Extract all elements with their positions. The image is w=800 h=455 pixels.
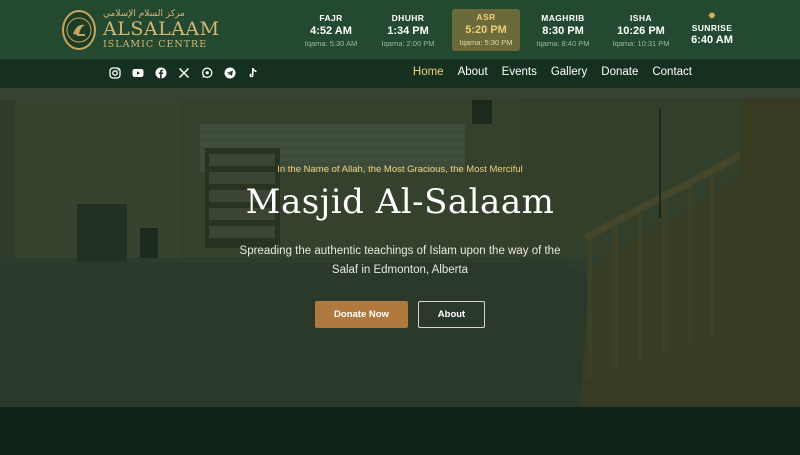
nav-contact[interactable]: Contact xyxy=(652,66,692,78)
hero-title: Masjid Al-Salaam xyxy=(245,182,555,222)
hero-content: In the Name of Allah, the Most Gracious,… xyxy=(0,88,800,407)
prayer-name: MAGHRIB xyxy=(541,13,585,23)
site-logo[interactable]: مركز السلام الإسلامي ALSALAAM ISLAMIC CE… xyxy=(62,7,219,53)
instagram-icon[interactable] xyxy=(108,66,122,80)
logo-text: مركز السلام الإسلامي ALSALAAM ISLAMIC CE… xyxy=(103,10,220,50)
prayer-iqama: Iqama: 5:30 PM xyxy=(459,38,513,47)
logo-subtitle: ISLAMIC CENTRE xyxy=(103,39,208,51)
donate-now-button[interactable]: Donate Now xyxy=(315,301,408,328)
prayer-maghrib: MAGHRIB 8:30 PM Iqama: 8:40 PM xyxy=(529,10,597,50)
prayer-iqama: Iqama: 8:40 PM xyxy=(536,39,590,48)
prayer-fajr: FAJR 4:52 AM Iqama: 5:30 AM xyxy=(297,10,365,50)
nav-home[interactable]: Home xyxy=(413,66,444,78)
logo-name: ALSALAAM xyxy=(103,18,220,41)
nav-events[interactable]: Events xyxy=(502,66,537,78)
prayer-name: ISHA xyxy=(630,13,652,23)
prayer-name: ASR xyxy=(476,12,496,22)
prayer-time: 1:34 PM xyxy=(387,25,429,37)
header-bar: مركز السلام الإسلامي ALSALAAM ISLAMIC CE… xyxy=(0,0,800,59)
hero-tagline: In the Name of Allah, the Most Gracious,… xyxy=(277,164,523,175)
prayer-time: 8:30 PM xyxy=(542,25,584,37)
prayer-iqama: Iqama: 5:30 AM xyxy=(304,39,358,48)
prayer-name: DHUHR xyxy=(391,13,425,23)
sunrise-block: ✸ SUNRISE 6:40 AM xyxy=(678,10,746,50)
sunrise-label: SUNRISE xyxy=(691,23,733,33)
prayer-time: 10:26 PM xyxy=(617,25,665,37)
sun-icon: ✸ xyxy=(707,11,717,22)
prayer-iqama: Iqama: 2:00 PM xyxy=(381,39,435,48)
prayer-isha: ISHA 10:26 PM Iqama: 10:31 PM xyxy=(607,10,675,50)
facebook-icon[interactable] xyxy=(154,66,168,80)
youtube-icon[interactable] xyxy=(131,66,145,80)
social-links xyxy=(108,66,260,80)
hero-section: In the Name of Allah, the Most Gracious,… xyxy=(0,88,800,407)
prayer-time: 5:20 PM xyxy=(465,24,507,36)
prayer-time: 4:52 AM xyxy=(310,25,352,37)
page-bottom-strip xyxy=(0,407,800,455)
nav-bar: Home About Events Gallery Donate Contact xyxy=(0,59,800,88)
prayer-asr-active: ASR 5:20 PM Iqama: 5:30 PM xyxy=(452,9,520,51)
main-nav: Home About Events Gallery Donate Contact xyxy=(413,66,692,78)
sunrise-time: 6:40 AM xyxy=(691,34,733,46)
nav-about[interactable]: About xyxy=(458,66,488,78)
nav-gallery[interactable]: Gallery xyxy=(551,66,587,78)
prayer-iqama: Iqama: 10:31 PM xyxy=(612,39,670,48)
whatsapp-icon[interactable] xyxy=(200,66,214,80)
tiktok-icon[interactable] xyxy=(246,66,260,80)
nav-donate[interactable]: Donate xyxy=(601,66,638,78)
about-button[interactable]: About xyxy=(418,301,485,328)
telegram-icon[interactable] xyxy=(223,66,237,80)
x-icon[interactable] xyxy=(177,66,191,80)
hero-description: Spreading the authentic teachings of Isl… xyxy=(239,245,561,276)
prayer-dhuhr: DHUHR 1:34 PM Iqama: 2:00 PM xyxy=(374,10,442,50)
prayer-name: FAJR xyxy=(319,13,343,23)
logo-emblem-icon xyxy=(62,10,96,50)
